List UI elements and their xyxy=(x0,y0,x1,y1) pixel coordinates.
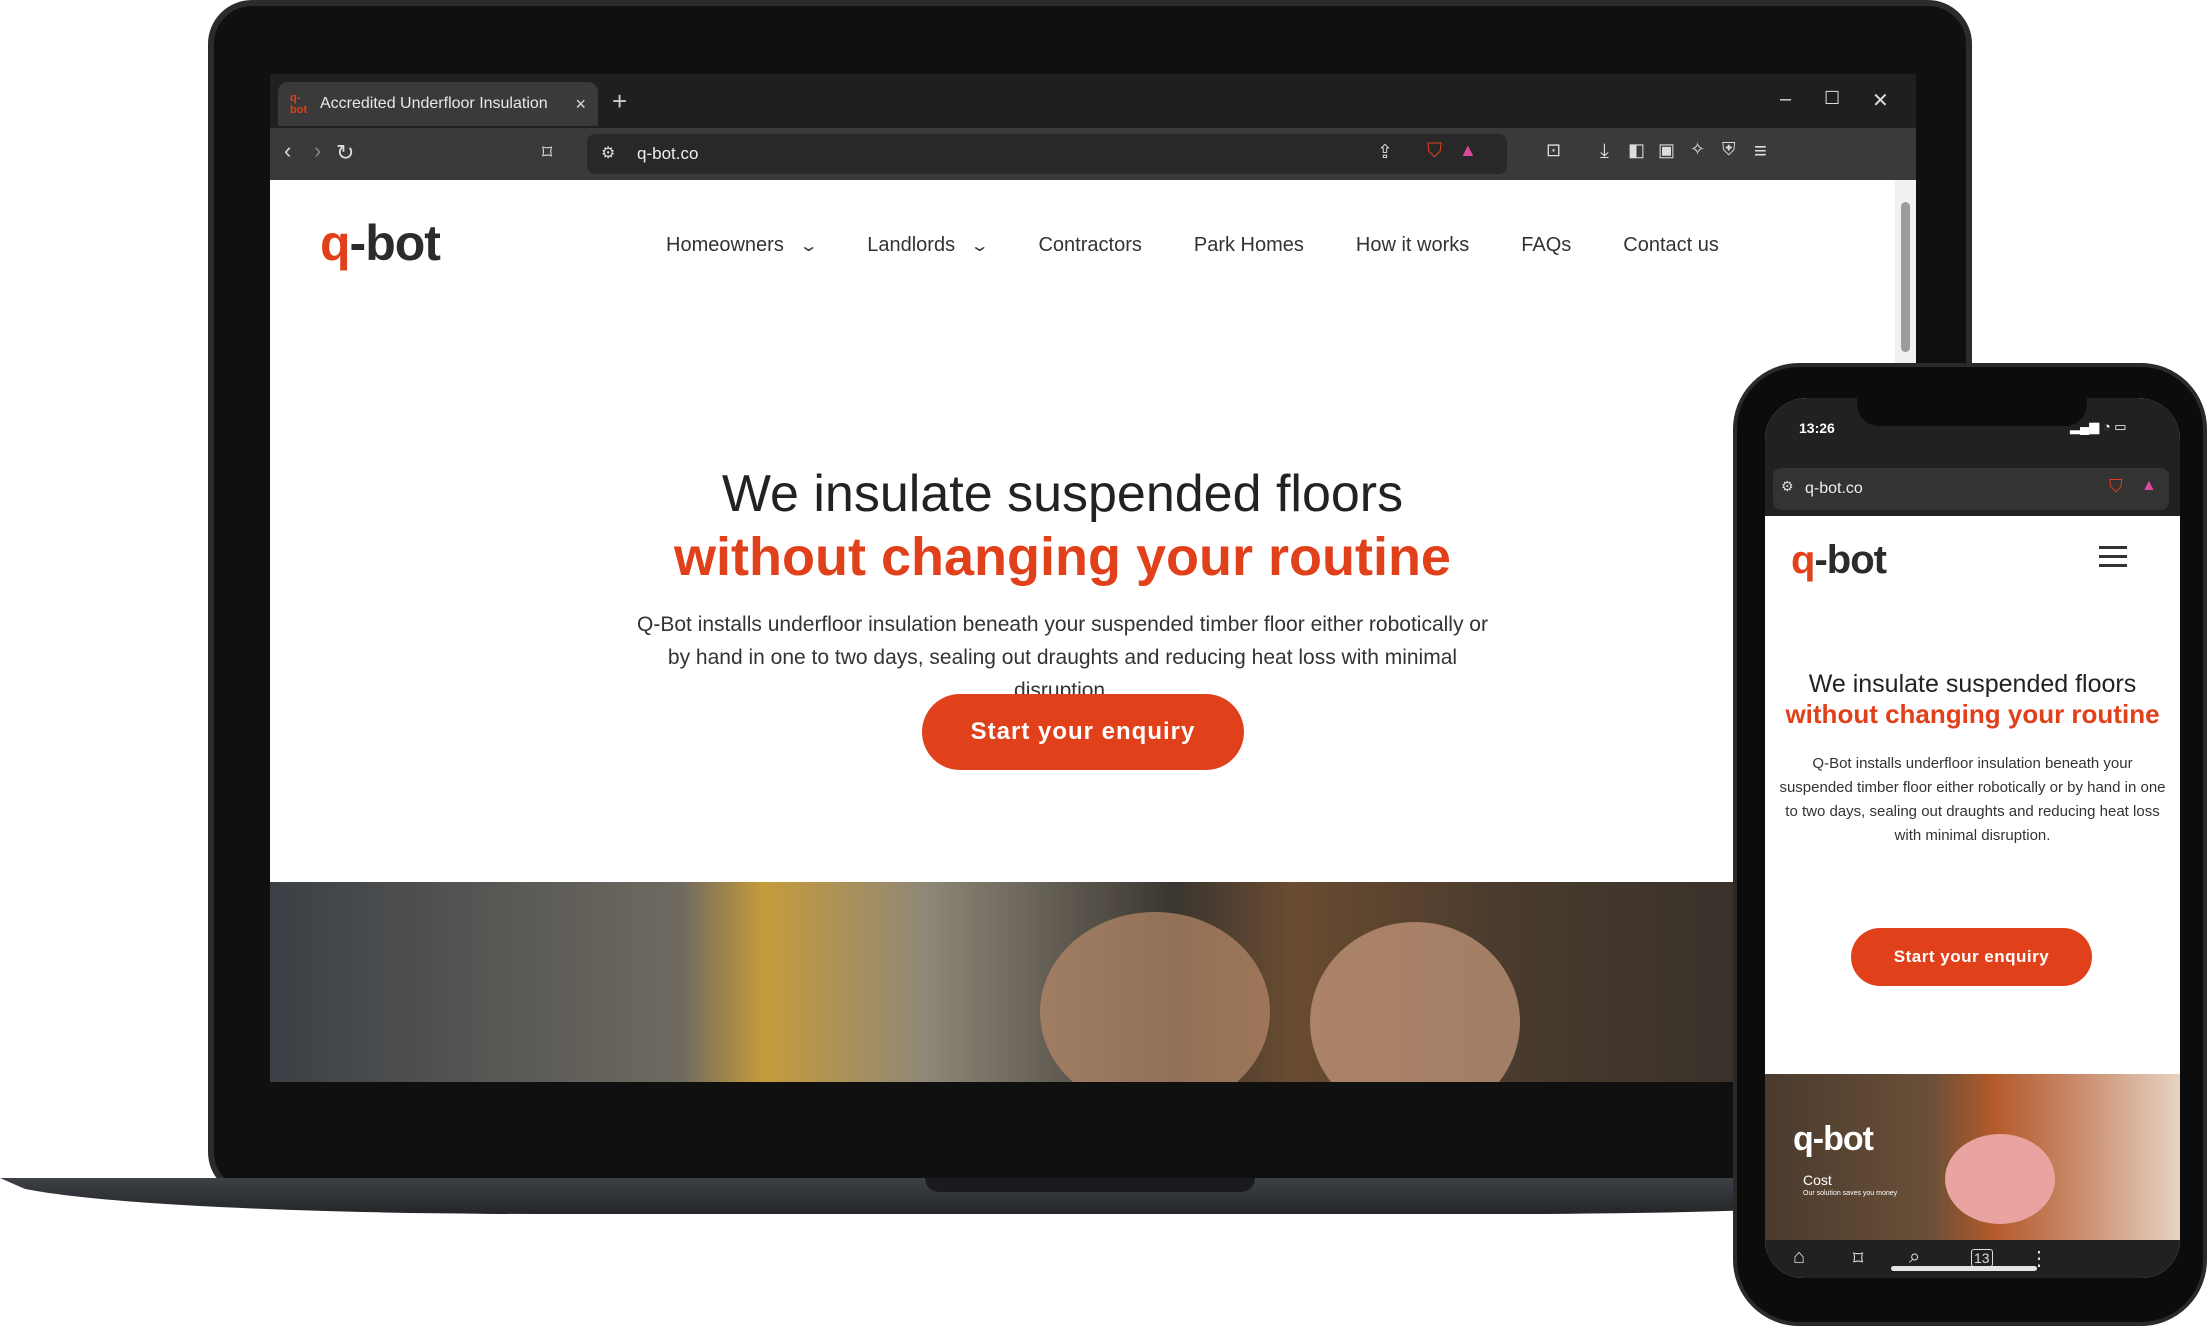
piggy-bank-image xyxy=(1945,1134,2055,1224)
phone-notch xyxy=(1857,398,2087,426)
status-time: 13:26 xyxy=(1799,420,1835,436)
phone-screen: 13:26 ▂▄▆ ◔ ▭ ⚙ q-bot.co ⛉ ▲ q-bot We in… xyxy=(1765,398,2180,1278)
phone-site-logo[interactable]: q-bot xyxy=(1791,538,1887,583)
leo-ai-icon[interactable]: ✧ xyxy=(1690,139,1705,160)
phone-hero: We insulate suspended floors without cha… xyxy=(1775,670,2170,848)
close-window-icon[interactable]: ✕ xyxy=(1872,88,1889,113)
site-logo[interactable]: q-bot xyxy=(320,214,441,272)
brave-shield-icon[interactable]: ⛉ xyxy=(2109,476,2123,497)
forward-icon[interactable]: › xyxy=(314,138,321,164)
home-indicator xyxy=(1891,1266,2037,1271)
photo-person xyxy=(1040,912,1270,1082)
nav-homeowners[interactable]: Homeowners ⌄ xyxy=(666,234,819,257)
hamburger-menu-icon[interactable] xyxy=(2099,546,2129,568)
share-icon[interactable]: ⇪ xyxy=(1377,141,1393,164)
chevron-down-icon: ⌄ xyxy=(798,237,819,255)
nav-contact-us[interactable]: Contact us xyxy=(1623,234,1719,257)
back-icon[interactable]: ‹ xyxy=(284,138,291,164)
tabs-icon[interactable]: 13 xyxy=(1971,1249,1993,1267)
status-icons: ▂▄▆ ◔ ▭ xyxy=(2070,419,2127,434)
hero-headline: We insulate suspended floors xyxy=(721,465,1404,523)
hero-photo xyxy=(270,882,1916,1082)
scrollbar-thumb[interactable] xyxy=(1901,202,1910,352)
address-bar[interactable]: ⚙ q-bot.co ⇪ ⛉ ▲ xyxy=(587,134,1507,174)
favicon-icon: q-bot xyxy=(290,92,308,116)
reload-icon[interactable]: ↻ xyxy=(336,140,354,166)
screenshot-icon[interactable]: ⊡ xyxy=(1546,140,1561,161)
browser-tab-bar: q-bot Accredited Underfloor Insulation ×… xyxy=(270,74,1916,128)
nav-faqs[interactable]: FAQs xyxy=(1521,234,1571,257)
promo-title: Cost xyxy=(1803,1172,1832,1188)
phone-start-enquiry-button[interactable]: Start your enquiry xyxy=(1851,928,2092,986)
sidebar-icon[interactable]: ◧ xyxy=(1628,140,1645,161)
menu-icon[interactable]: ≡ xyxy=(1754,138,1767,164)
hero-headline-highlight: without changing your routine xyxy=(674,527,1451,587)
phone-bottom-bar: ⌂ ⌑ ⌕ 13 ⋮ xyxy=(1765,1240,2180,1278)
browser-toolbar: ‹ › ↻ ⌑ ⚙ q-bot.co ⇪ ⛉ ▲ ⊡ ⤓ ◧ ▣ ✧ ⛨ ≡ xyxy=(270,128,1916,180)
nav-how-it-works[interactable]: How it works xyxy=(1356,234,1469,257)
bookmark-icon[interactable]: ⌑ xyxy=(542,140,552,165)
promo-logo: q-bot xyxy=(1793,1120,1874,1158)
phone-url-text: q-bot.co xyxy=(1805,480,1863,497)
minimize-icon[interactable]: – xyxy=(1780,88,1791,111)
phone-hero-headline: We insulate suspended floors xyxy=(1808,670,2137,698)
brave-shield-icon[interactable]: ⛉ xyxy=(1427,140,1442,163)
brave-rewards-icon[interactable]: ▲ xyxy=(2141,477,2157,495)
start-enquiry-button[interactable]: Start your enquiry xyxy=(922,694,1244,770)
chevron-down-icon: ⌄ xyxy=(969,237,990,255)
phone-address-bar[interactable]: ⚙ q-bot.co ⛉ ▲ xyxy=(1773,468,2169,510)
maximize-icon[interactable]: ☐ xyxy=(1824,88,1840,109)
site-settings-icon[interactable]: ⚙ xyxy=(601,143,615,163)
status-bar: 13:26 ▂▄▆ ◔ ▭ xyxy=(1765,398,2180,464)
main-nav: Homeowners ⌄ Landlords ⌄ Contractors Park … xyxy=(666,234,1771,257)
promo-photo[interactable]: q-bot Cost Our solution saves you money xyxy=(1765,1074,2180,1240)
nav-contractors[interactable]: Contractors xyxy=(1038,234,1141,257)
vpn-icon[interactable]: ⛨ xyxy=(1722,139,1736,160)
phone-hero-headline-highlight: without changing your routine xyxy=(1785,699,2160,729)
hero-lead: Q-Bot installs underfloor insulation ben… xyxy=(637,613,1488,702)
hero-section: We insulate suspended floors without cha… xyxy=(470,464,1655,707)
laptop-screen: q-bot Accredited Underfloor Insulation ×… xyxy=(270,74,1916,1082)
download-icon[interactable]: ⤓ xyxy=(1600,140,1609,163)
browser-tab[interactable]: q-bot Accredited Underfloor Insulation × xyxy=(278,82,598,126)
promo-subtitle: Our solution saves you money xyxy=(1803,1190,1898,1197)
wallet-icon[interactable]: ▣ xyxy=(1658,140,1675,161)
nav-landlords[interactable]: Landlords ⌄ xyxy=(867,234,990,257)
url-text: q-bot.co xyxy=(637,144,699,163)
bookmark-icon[interactable]: ⌑ xyxy=(1853,1246,1863,1271)
home-icon[interactable]: ⌂ xyxy=(1793,1246,1805,1269)
phone-hero-lead: Q-Bot installs underfloor insulation ben… xyxy=(1779,755,2166,844)
brave-rewards-icon[interactable]: ▲ xyxy=(1459,140,1477,161)
close-tab-icon[interactable]: × xyxy=(575,94,586,115)
site-settings-icon[interactable]: ⚙ xyxy=(1781,478,1794,495)
laptop-hinge xyxy=(925,1178,1255,1192)
new-tab-icon[interactable]: + xyxy=(612,86,627,117)
photo-person xyxy=(1310,922,1520,1082)
nav-park-homes[interactable]: Park Homes xyxy=(1194,234,1304,257)
tab-title: Accredited Underfloor Insulation xyxy=(320,95,548,112)
